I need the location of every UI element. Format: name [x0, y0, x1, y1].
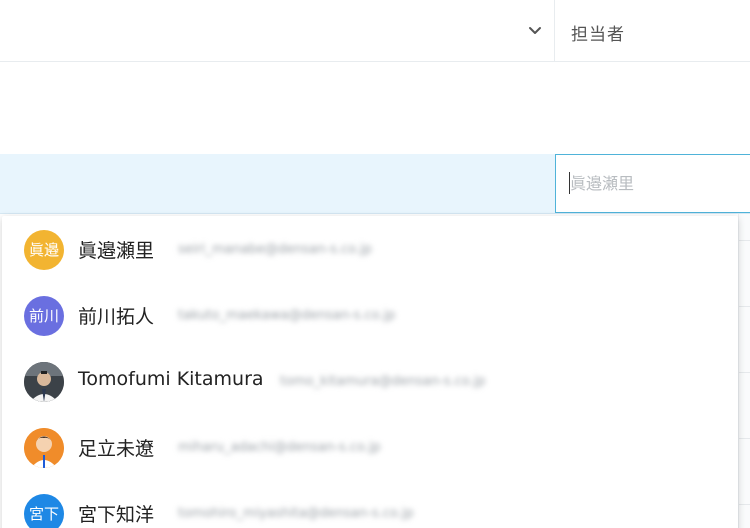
option-name: 眞邉瀬里: [78, 240, 155, 262]
avatar-illustration: [24, 428, 64, 468]
header-select-cell[interactable]: [0, 0, 555, 62]
avatar: 宮下: [24, 494, 64, 528]
avatar-photo: [24, 362, 64, 402]
option-name: 足立未遼: [78, 438, 155, 460]
option-email: tomohiro_miyashita@densan-s.co.jp: [178, 506, 414, 521]
suggestion-option[interactable]: 足立未遼 miharu_adachi@densan-s.co.jp: [2, 414, 738, 480]
option-email: miharu_adachi@densan-s.co.jp: [178, 440, 381, 455]
option-email: seiri_manabe@densan-s.co.jp: [178, 242, 372, 257]
option-name: 前川拓人: [78, 306, 155, 328]
option-email: takuto_maekawa@densan-s.co.jp: [178, 308, 396, 323]
option-name: 宮下知洋: [78, 504, 155, 526]
person-illustration-icon: [24, 428, 64, 468]
suggestion-option[interactable]: 眞邉 眞邉瀬里 seiri_manabe@densan-s.co.jp: [2, 216, 738, 282]
suggestion-option[interactable]: Tomofumi Kitamura tomo_kitamura@densan-s…: [2, 348, 738, 414]
avatar: 眞邉: [24, 230, 64, 270]
chevron-down-icon[interactable]: [522, 18, 548, 44]
person-photo-icon: [24, 362, 64, 402]
assignee-suggestions-dropdown: 眞邉 眞邉瀬里 seiri_manabe@densan-s.co.jp 前川 前…: [2, 216, 738, 528]
option-email: tomo_kitamura@densan-s.co.jp: [280, 374, 486, 389]
assignee-column-header: 担当者: [571, 25, 625, 45]
table-header-row: 担当者: [0, 0, 750, 62]
text-caret: [569, 172, 570, 194]
underlying-table-edge: [738, 214, 750, 528]
suggestion-option[interactable]: 前川 前川拓人 takuto_maekawa@densan-s.co.jp: [2, 282, 738, 348]
table-row: [0, 62, 750, 154]
assignee-input[interactable]: [555, 154, 750, 213]
avatar: 前川: [24, 296, 64, 336]
suggestion-option[interactable]: 宮下 宮下知洋 tomohiro_miyashita@densan-s.co.j…: [2, 480, 738, 528]
option-name: Tomofumi Kitamura: [78, 368, 264, 390]
